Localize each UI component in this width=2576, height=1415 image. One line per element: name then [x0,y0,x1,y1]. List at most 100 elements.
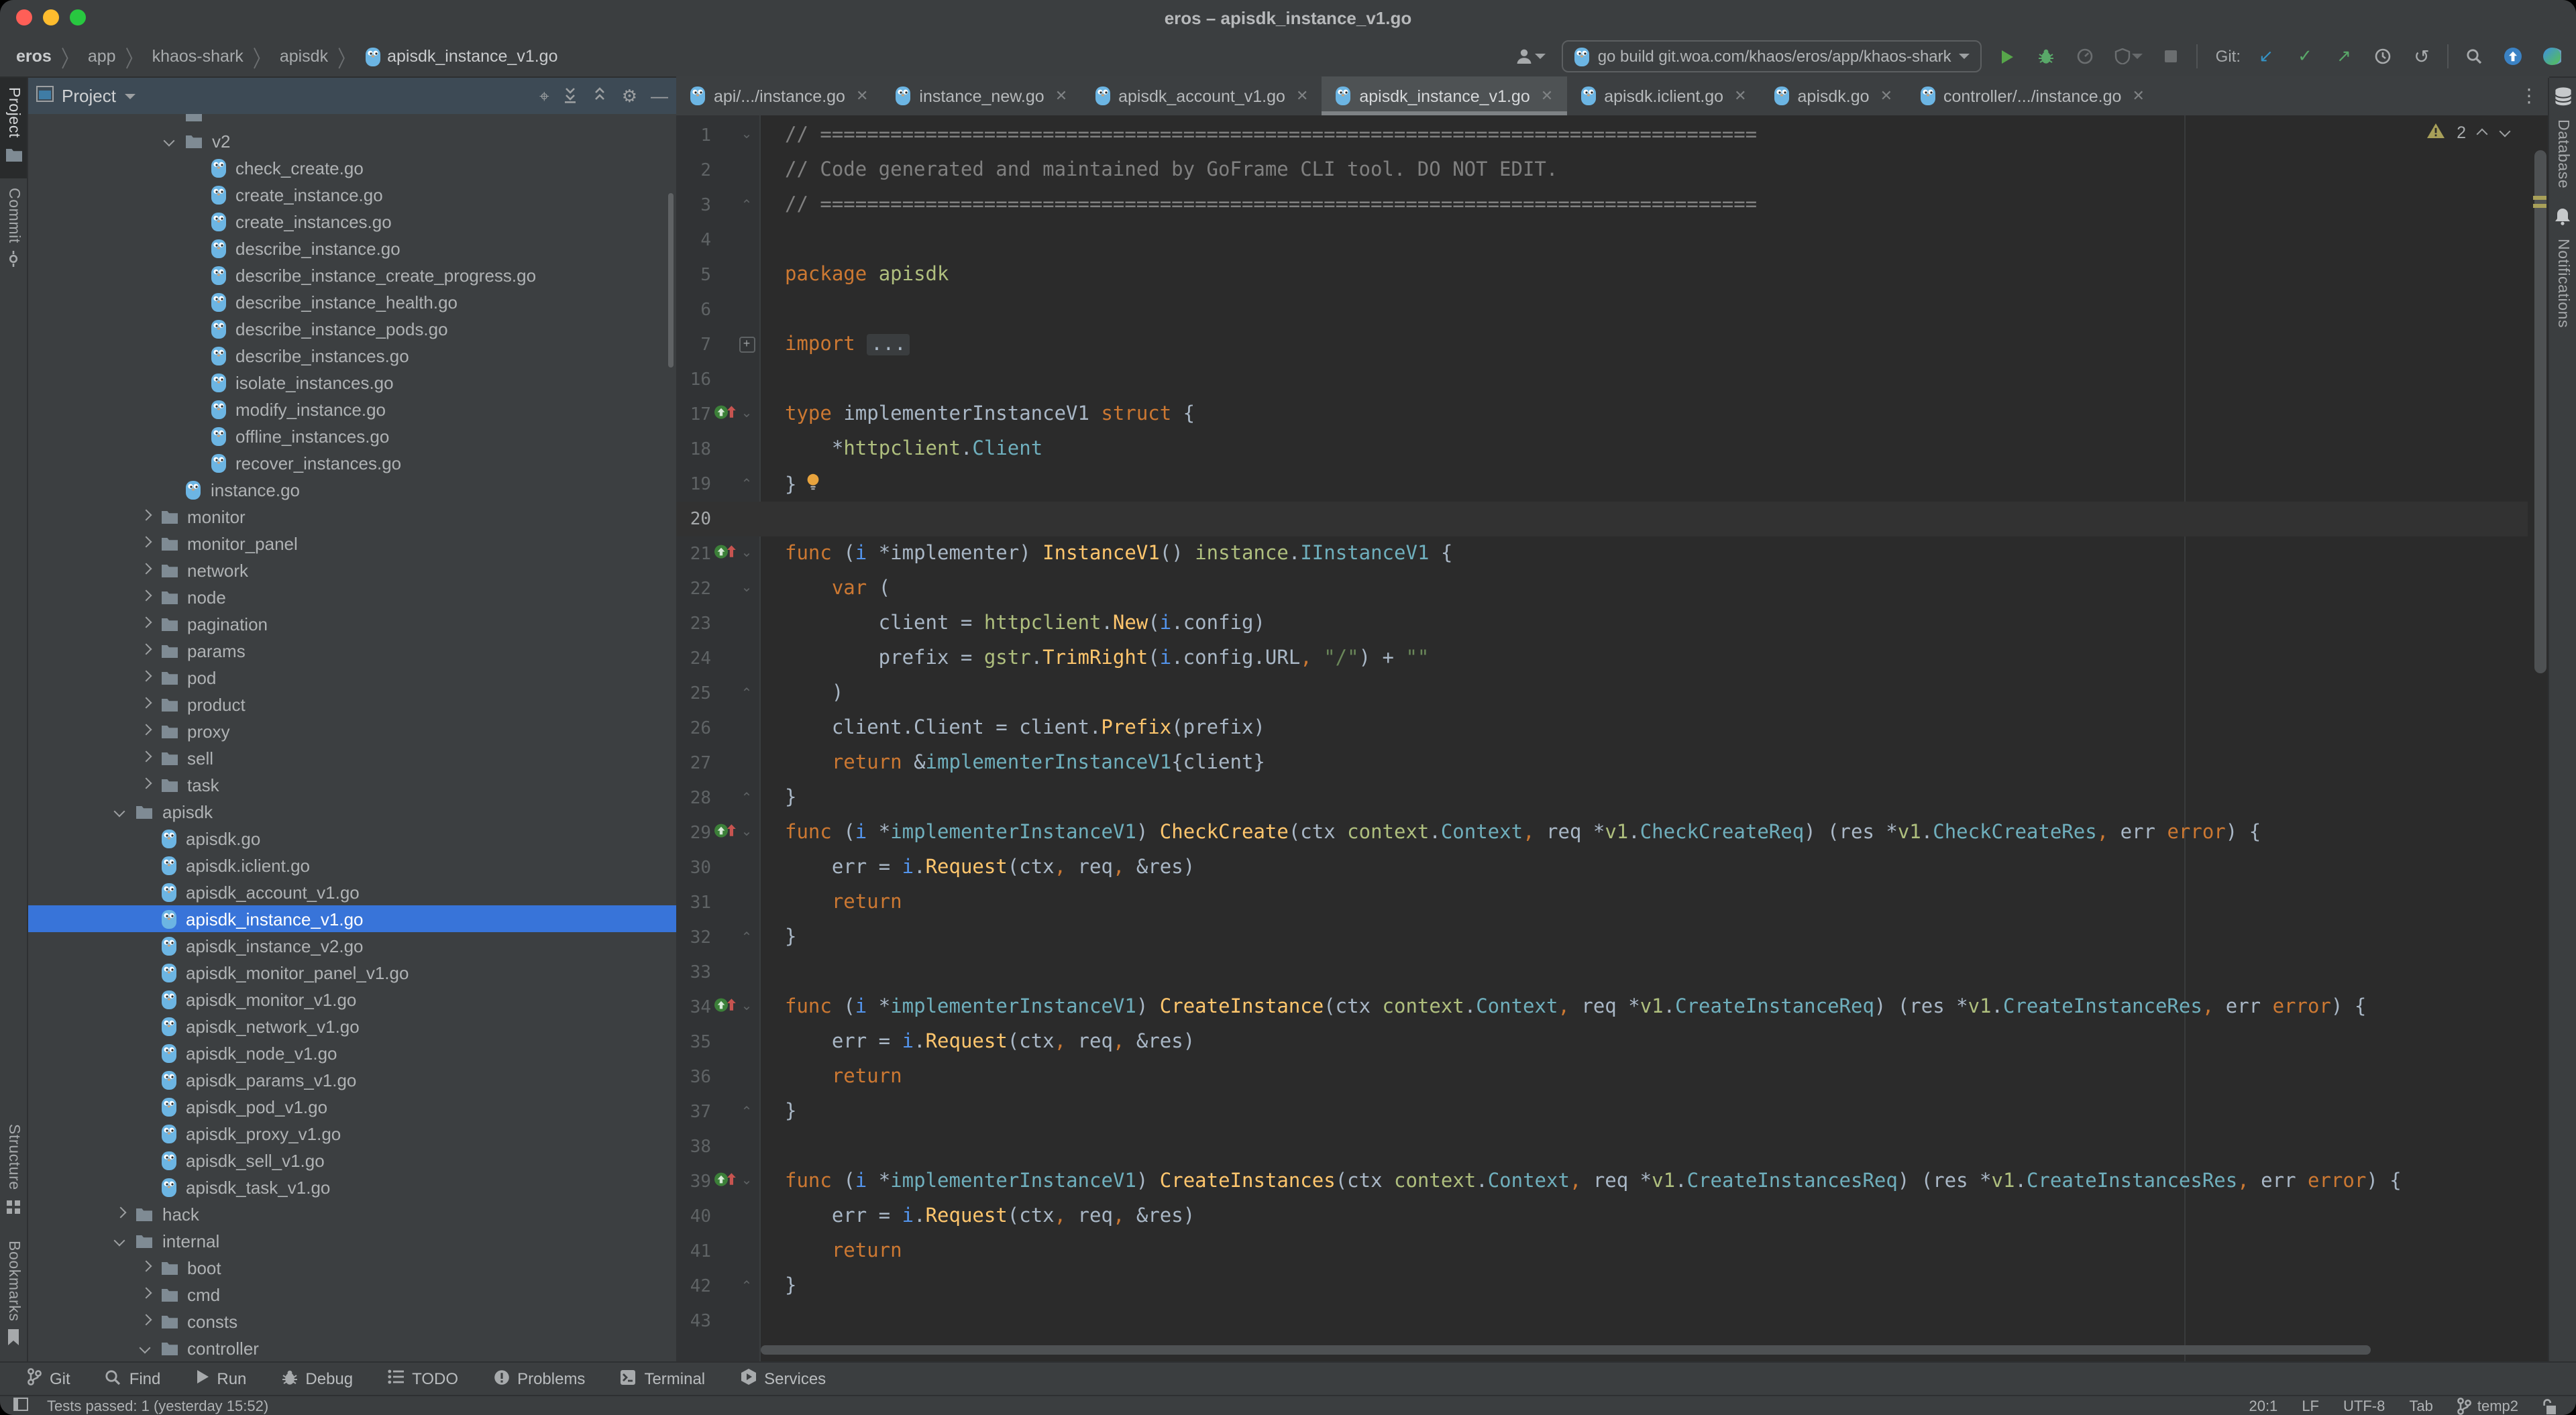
tree-item-file[interactable]: describe_instance_pods.go [28,315,676,342]
tab-options-kebab-icon[interactable]: ⋮ [2509,76,2549,115]
tree-item-file[interactable]: check_create.go [28,154,676,181]
code-line[interactable]: 39⌄func (i *implementerInstanceV1) Creat… [676,1164,2549,1199]
code-line[interactable]: 23 client = httpclient.New(i.config) [676,606,2549,641]
implements-gutter-icon[interactable] [714,995,737,1019]
status-readonly-toggle[interactable] [2542,1398,2557,1414]
tree-item-file[interactable]: apisdk_monitor_panel_v1.go [28,959,676,986]
tree-item-file[interactable]: create_instances.go [28,208,676,235]
code-line[interactable]: 35 err = i.Request(ctx, req, &res) [676,1025,2549,1060]
dock-item-problems[interactable]: Problems [493,1369,585,1389]
code-line[interactable]: 2// Code generated and maintained by GoF… [676,153,2549,188]
code-line[interactable]: 1⌄// ===================================… [676,118,2549,153]
tool-stripe-structure[interactable]: Structure [5,1115,21,1231]
dock-item-find[interactable]: Find [105,1369,161,1389]
editor-tab[interactable]: apisdk.go✕ [1760,76,1906,115]
tree-expanded-chevron[interactable] [164,135,176,147]
close-tab-icon[interactable]: ✕ [1296,87,1308,105]
user-profile-button[interactable] [1512,42,1550,71]
code-line[interactable]: 21⌄func (i *implementer) InstanceV1() in… [676,536,2549,571]
tree-item-folder[interactable] [28,114,676,127]
profile-button[interactable] [2072,42,2099,71]
hide-panel-icon[interactable]: — [651,87,668,105]
run-configuration-select[interactable]: go build git.woa.com/khaos/eros/app/khao… [1562,40,1982,72]
editor-vertical-scrollbar[interactable] [2534,150,2546,673]
code-line[interactable]: 16 [676,362,2549,397]
intention-bulb-icon[interactable] [806,473,819,490]
tree-item-folder[interactable]: controller [28,1335,676,1361]
tree-item-folder[interactable]: boot [28,1254,676,1281]
tree-collapsed-chevron[interactable] [114,1208,126,1220]
code-editor-area[interactable]: 1⌄// ===================================… [676,115,2549,1361]
tool-stripe-database[interactable]: Database [2554,78,2571,198]
code-line[interactable]: 33 [676,955,2549,990]
tree-collapsed-chevron[interactable] [139,671,151,683]
dock-item-debug[interactable]: Debug [281,1369,353,1389]
run-button[interactable] [1994,42,2021,71]
project-tree-scrollbar[interactable] [668,193,674,367]
tree-collapsed-chevron[interactable] [139,1261,151,1274]
code-line[interactable]: 5package apisdk [676,258,2549,292]
tree-item-file[interactable]: apisdk.iclient.go [28,852,676,879]
tree-item-folder[interactable]: pod [28,664,676,691]
tree-collapsed-chevron[interactable] [139,725,151,737]
tree-item-folder[interactable]: monitor [28,503,676,530]
editor-tab[interactable]: apisdk_account_v1.go✕ [1081,76,1322,115]
fold-start-icon[interactable]: ⌄ [741,824,753,839]
editor-tab[interactable]: instance_new.go✕ [881,76,1081,115]
dock-item-git[interactable]: Git [27,1368,70,1390]
tree-item-folder[interactable]: hack [28,1200,676,1227]
next-problem-icon[interactable] [2501,127,2512,138]
dock-item-services[interactable]: Services [740,1368,826,1390]
breadcrumb-item[interactable]: app [88,47,116,66]
tree-item-folder[interactable]: monitor_panel [28,530,676,557]
fold-end-icon[interactable]: ⌃ [741,686,753,701]
implements-gutter-icon[interactable] [714,542,737,566]
tree-collapsed-chevron[interactable] [139,779,151,791]
tool-stripe-notifications[interactable]: Notifications [2555,198,2571,337]
tree-item-file[interactable]: offline_instances.go [28,422,676,449]
status-message[interactable]: Tests passed: 1 (yesterday 15:52) [47,1398,268,1414]
fold-end-icon[interactable]: ⌃ [741,930,753,945]
tree-item-file[interactable]: apisdk.go [28,825,676,852]
fold-start-icon[interactable]: ⌄ [741,1173,753,1188]
coverage-button[interactable] [2111,42,2146,71]
editor-tab[interactable]: apisdk.iclient.go✕ [1566,76,1760,115]
tree-item-file[interactable]: recover_instances.go [28,449,676,476]
tree-item-file[interactable]: describe_instance_create_progress.go [28,262,676,288]
history-button[interactable] [2369,42,2396,71]
close-tab-icon[interactable]: ✕ [1880,87,1892,105]
tree-collapsed-chevron[interactable] [139,510,151,522]
tree-item-folder[interactable]: node [28,583,676,610]
tree-collapsed-chevron[interactable] [139,698,151,710]
implements-gutter-icon[interactable] [714,402,737,427]
code-line[interactable]: 27 return &implementerInstanceV1{client} [676,746,2549,781]
rollback-button[interactable]: ↺ [2408,42,2435,71]
stop-button[interactable] [2158,42,2185,71]
expand-all-icon[interactable] [563,87,579,105]
close-tab-icon[interactable]: ✕ [856,87,868,105]
tree-collapsed-chevron[interactable] [139,537,151,549]
dock-item-todo[interactable]: TODO [388,1369,458,1388]
tree-expanded-chevron[interactable] [114,1235,126,1247]
git-push-button[interactable]: ↗ [2330,42,2357,71]
inspections-widget[interactable]: 2 [2427,123,2512,142]
fold-end-icon[interactable]: ⌃ [741,198,753,213]
status-indent-style[interactable]: Tab [2409,1398,2433,1414]
tree-collapsed-chevron[interactable] [139,1315,151,1327]
editor-horizontal-scrollbar[interactable] [761,1345,2371,1355]
code-line[interactable]: 7+import ... [676,327,2549,362]
locate-file-icon[interactable]: ⌖ [539,87,549,105]
status-file-encoding[interactable]: UTF-8 [2343,1398,2385,1414]
tree-item-folder[interactable]: apisdk [28,798,676,825]
tree-item-file[interactable]: modify_instance.go [28,396,676,422]
code-line[interactable]: 20 [676,502,2549,536]
tree-collapsed-chevron[interactable] [139,564,151,576]
tree-item-file[interactable]: describe_instances.go [28,342,676,369]
code-line[interactable]: 18 *httpclient.Client [676,432,2549,467]
fold-start-icon[interactable]: ⌄ [741,580,753,595]
prev-problem-icon[interactable] [2478,127,2489,138]
tree-item-file[interactable]: apisdk_proxy_v1.go [28,1120,676,1147]
code-line[interactable]: 19⌃} [676,467,2549,502]
tree-item-file[interactable]: apisdk_sell_v1.go [28,1147,676,1174]
code-line[interactable]: 26 client.Client = client.Prefix(prefix) [676,711,2549,746]
